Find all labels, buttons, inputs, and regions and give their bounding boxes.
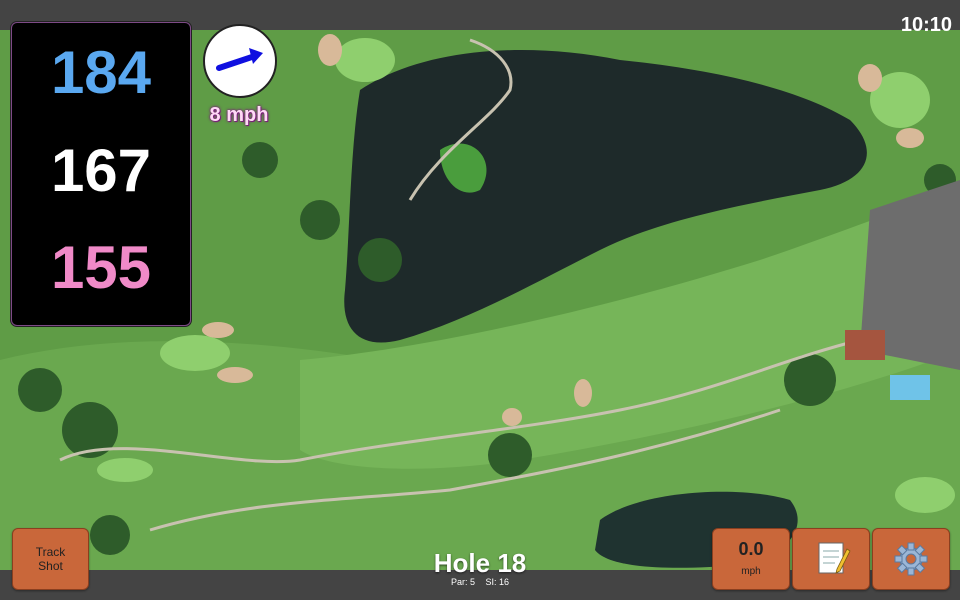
wind-speed-unit: mph <box>741 566 761 577</box>
notepad-icon <box>818 542 851 574</box>
wind-speed-label: 8 mph <box>209 104 269 126</box>
yardage-middle: 167 <box>50 137 152 204</box>
yardage-front: 155 <box>50 234 152 301</box>
yardage-panel: 184 167 155 <box>11 22 191 326</box>
notes-button[interactable] <box>792 528 870 590</box>
wind-speed-button[interactable]: 0.0 mph <box>712 528 790 590</box>
wind-direction-indicator <box>203 24 277 98</box>
wind-direction-arrow-icon <box>216 48 263 71</box>
settings-button[interactable] <box>872 528 950 590</box>
yardage-back: 184 <box>50 39 152 106</box>
track-shot-label-line1: Track <box>35 545 66 559</box>
gear-icon <box>894 542 928 576</box>
wind-speed-value: 0.0 <box>738 539 764 559</box>
hole-meta: Par: 5 SI: 16 <box>380 577 580 587</box>
status-clock: 10:10 <box>900 14 952 36</box>
hole-stroke-index: SI: 16 <box>485 577 510 587</box>
track-shot-label-line2: Shot <box>38 559 63 573</box>
track-shot-button[interactable]: Track Shot <box>12 528 89 590</box>
hole-par: Par: 5 <box>450 577 475 587</box>
hole-title: Hole 18 <box>433 548 527 578</box>
